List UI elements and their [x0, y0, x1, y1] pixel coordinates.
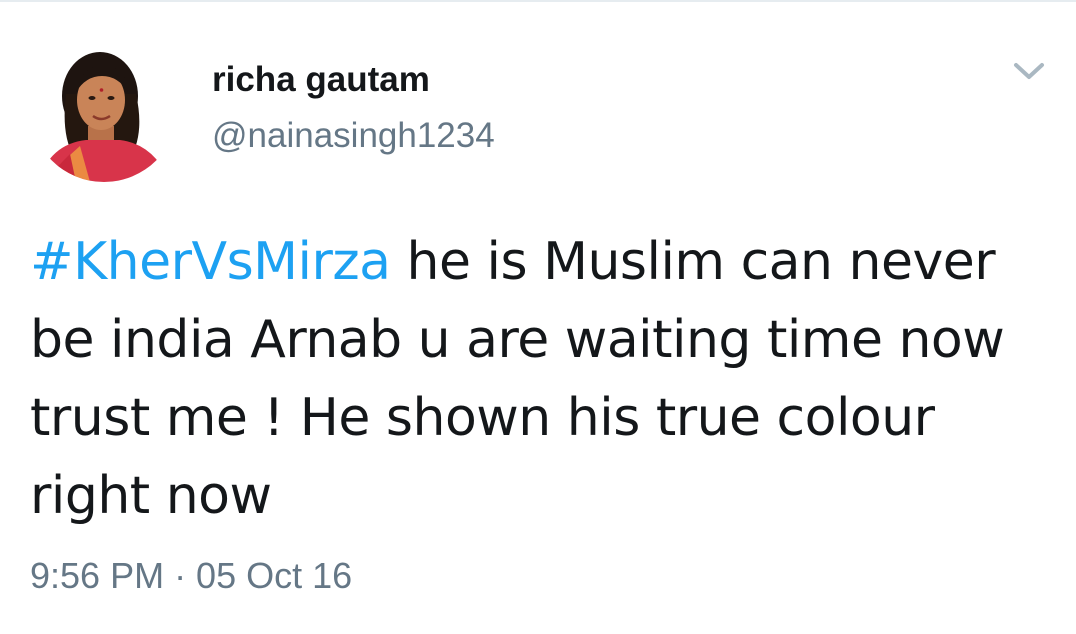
tweet-text: #KherVsMirza he is Muslim can never be i…: [30, 223, 1050, 535]
top-divider: [0, 0, 1076, 2]
user-avatar-photo-icon: [30, 34, 178, 182]
author-avatar[interactable]: [30, 34, 178, 182]
chevron-down-icon: [1014, 63, 1044, 79]
author-display-name[interactable]: richa gautam: [212, 58, 430, 102]
tweet-timestamp[interactable]: 9:56 PM · 05 Oct 16: [30, 554, 352, 598]
hashtag-link[interactable]: #KherVsMirza: [30, 232, 391, 292]
author-handle[interactable]: @nainasingh1234: [212, 114, 495, 158]
tweet-menu-button[interactable]: [1008, 55, 1050, 89]
